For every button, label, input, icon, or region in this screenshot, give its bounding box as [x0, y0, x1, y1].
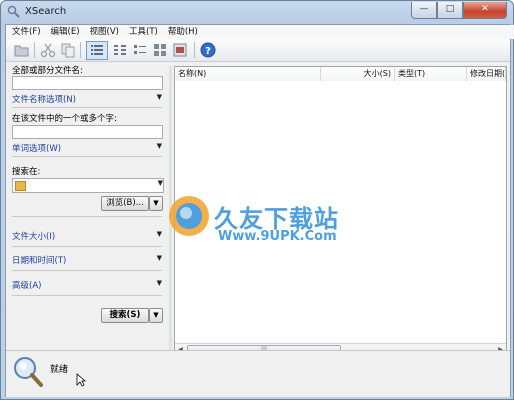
menu-help[interactable]: 帮助(H) — [168, 25, 198, 39]
browse-button[interactable]: 浏览(B)... — [101, 196, 149, 211]
browse-dropdown-button[interactable]: ▼ — [149, 196, 163, 211]
watermark-logo: 久友下载站 Www.9UPK.Com — [166, 193, 366, 253]
dropdown-arrow-icon: ▼ — [156, 230, 162, 238]
app-search-icon — [7, 5, 20, 18]
search-panel: 全部或部分文件名: 文件名称选项(N) ▼ 在该文件中的一个或多个字: 单词选项… — [7, 62, 167, 344]
small-icons-view-icon[interactable] — [132, 42, 148, 58]
mouse-cursor-icon — [76, 373, 86, 387]
thumbnails-view-icon[interactable] — [172, 42, 188, 58]
column-header-size[interactable]: 大小(S) — [321, 67, 395, 81]
watermark-globe-icon — [169, 196, 209, 236]
toolbar-separator — [34, 42, 35, 58]
watermark-url: Www.9UPK.Com — [218, 229, 337, 244]
svg-text:?: ? — [205, 46, 211, 57]
file-size-dropdown[interactable]: 文件大小(I) ▼ — [12, 230, 162, 242]
menu-view[interactable]: 视图(V) — [90, 25, 119, 39]
divider — [12, 216, 162, 217]
column-header-name[interactable]: 名称(N) — [175, 67, 321, 81]
search-in-combo[interactable]: ▼ — [12, 178, 164, 193]
advanced-dropdown[interactable]: 高级(A) ▼ — [12, 279, 162, 291]
file-size-label: 文件大小(I) — [12, 232, 56, 242]
list-view-icon[interactable] — [112, 42, 128, 58]
copy-icon[interactable] — [60, 42, 76, 58]
maximize-button[interactable]: □ — [437, 2, 463, 19]
menu-file[interactable]: 文件(F) — [12, 25, 41, 39]
content-input[interactable] — [12, 125, 163, 139]
menu-edit[interactable]: 编辑(E) — [51, 25, 80, 39]
dropdown-arrow-icon: ▼ — [156, 254, 162, 262]
window-title: XSearch — [25, 6, 67, 17]
word-options-label: 单词选项(W) — [12, 144, 62, 154]
word-options-dropdown[interactable]: 单词选项(W) ▼ — [12, 142, 162, 154]
filename-input[interactable] — [12, 76, 163, 90]
large-icons-view-icon[interactable] — [152, 42, 168, 58]
toolbar: ? — [6, 39, 510, 62]
toolbar-separator — [80, 42, 81, 58]
dropdown-arrow-icon: ▼ — [156, 279, 162, 287]
status-text: 就绪 — [50, 365, 69, 375]
toolbar-separator — [194, 42, 195, 58]
advanced-label: 高级(A) — [12, 281, 42, 291]
divider — [12, 246, 162, 247]
menu-bar: 文件(F) 编辑(E) 视图(V) 工具(T) 帮助(H) — [6, 25, 514, 39]
date-time-label: 日期和时间(T) — [12, 256, 67, 266]
status-bar: 就绪 — [6, 350, 510, 397]
open-folder-icon[interactable] — [14, 42, 30, 58]
filename-options-dropdown[interactable]: 文件名称选项(N) ▼ — [12, 93, 162, 105]
title-bar[interactable]: XSearch — □ ✕ — [1, 1, 513, 23]
minimize-button[interactable]: — — [411, 2, 437, 19]
filename-options-label: 文件名称选项(N) — [12, 95, 76, 105]
filename-label: 全部或部分文件名: — [12, 66, 83, 76]
divider — [12, 107, 162, 108]
divider — [12, 295, 162, 296]
search-button[interactable]: 搜索(S) — [101, 308, 149, 323]
content-label: 在该文件中的一个或多个字: — [12, 114, 117, 124]
window-controls: — □ ✕ — [411, 2, 507, 19]
close-button[interactable]: ✕ — [463, 2, 507, 19]
divider — [12, 270, 162, 271]
folder-icon — [15, 181, 26, 191]
magnifier-icon — [14, 357, 43, 387]
cut-icon[interactable] — [40, 42, 56, 58]
search-dropdown-button[interactable]: ▼ — [149, 308, 163, 323]
dropdown-arrow-icon: ▼ — [156, 93, 162, 101]
help-icon[interactable]: ? — [200, 42, 216, 58]
details-view-icon[interactable] — [86, 41, 108, 60]
divider — [12, 156, 162, 157]
main-window: XSearch — □ ✕ 文件(F) 编辑(E) 视图(V) 工具(T) 帮助… — [0, 0, 514, 400]
dropdown-arrow-icon: ▼ — [156, 142, 162, 150]
column-header-modified[interactable]: 修改日期( — [467, 67, 506, 81]
column-header-type[interactable]: 类型(T) — [395, 67, 467, 81]
date-time-dropdown[interactable]: 日期和时间(T) ▼ — [12, 254, 162, 266]
client-area: 文件(F) 编辑(E) 视图(V) 工具(T) 帮助(H) ? 全部或部分文件名… — [5, 24, 514, 397]
menu-tools[interactable]: 工具(T) — [129, 25, 158, 39]
dropdown-arrow-icon: ▼ — [157, 179, 163, 187]
search-in-label: 搜索在: — [12, 167, 41, 177]
